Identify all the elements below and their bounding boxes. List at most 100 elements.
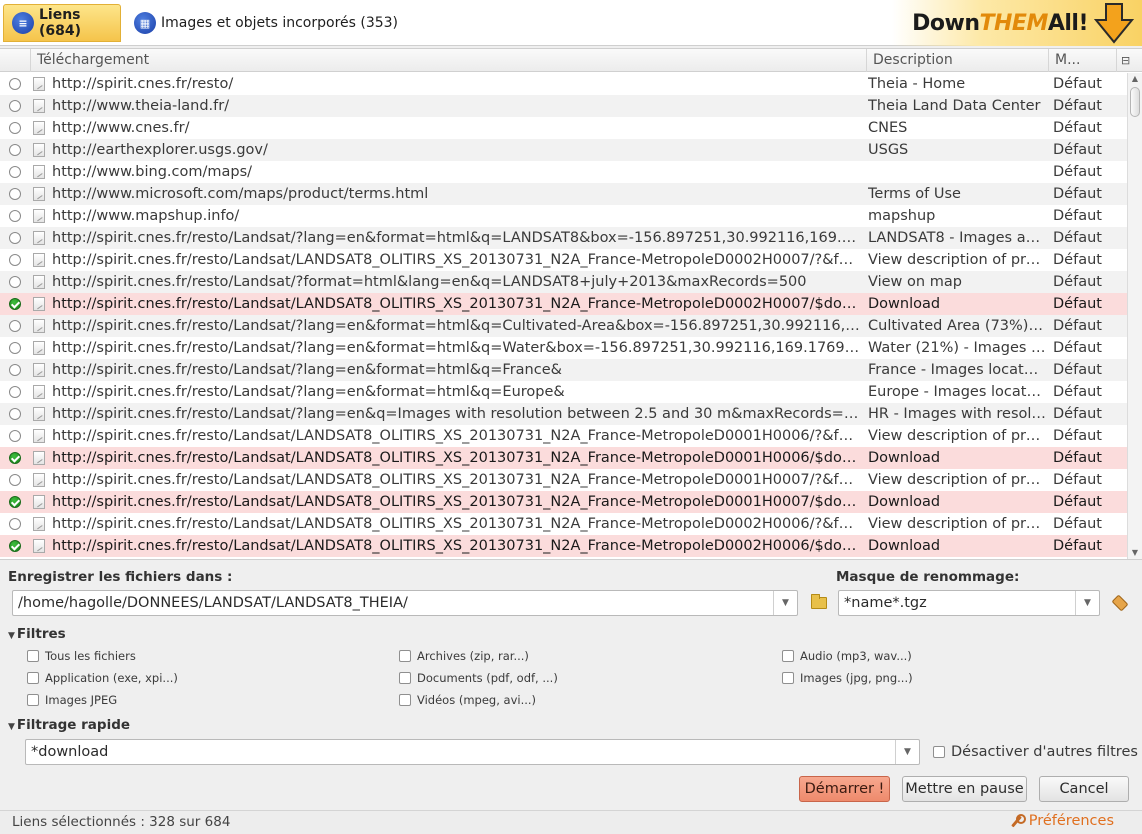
tab-embedded-images[interactable]: ▦ Images et objets incorporés (353) — [126, 4, 406, 42]
unchecked-circle-icon[interactable] — [9, 144, 21, 156]
save-path-combo[interactable]: /home/hagolle/DONNEES/LANDSAT/LANDSAT8_T… — [12, 590, 798, 616]
table-row[interactable]: http://spirit.cnes.fr/resto/Landsat/?lan… — [0, 227, 1127, 249]
table-row[interactable]: http://spirit.cnes.fr/resto/Landsat/LAND… — [0, 425, 1127, 447]
checkbox[interactable] — [782, 650, 794, 662]
row-description: Cultivated Area (73%) - I... — [868, 318, 1046, 334]
unchecked-circle-icon[interactable] — [9, 408, 21, 420]
checked-circle-icon[interactable] — [9, 298, 21, 310]
unchecked-circle-icon[interactable] — [9, 232, 21, 244]
column-check[interactable] — [0, 49, 30, 72]
start-button[interactable]: Démarrer ! — [799, 776, 890, 802]
checkbox[interactable] — [27, 650, 39, 662]
unchecked-circle-icon[interactable] — [9, 188, 21, 200]
rename-mask-combo[interactable]: *name*.tgz ▼ — [838, 590, 1100, 616]
unchecked-circle-icon[interactable] — [9, 276, 21, 288]
table-row[interactable]: http://spirit.cnes.fr/resto/Landsat/?for… — [0, 271, 1127, 293]
unchecked-circle-icon[interactable] — [9, 518, 21, 530]
checkbox[interactable] — [27, 694, 39, 706]
chevron-down-icon[interactable]: ▼ — [773, 591, 797, 615]
table-row[interactable]: http://spirit.cnes.fr/resto/Landsat/LAND… — [0, 249, 1127, 271]
checkbox[interactable] — [399, 650, 411, 662]
unchecked-circle-icon[interactable] — [9, 386, 21, 398]
unchecked-circle-icon[interactable] — [9, 166, 21, 178]
unchecked-circle-icon[interactable] — [9, 254, 21, 266]
filters-section-header[interactable]: ▼ Filtres — [8, 626, 66, 642]
pause-button[interactable]: Mettre en pause — [902, 776, 1027, 802]
checkbox[interactable] — [399, 694, 411, 706]
filter-videos[interactable]: Vidéos (mpeg, avi...) — [399, 693, 536, 707]
scroll-thumb[interactable] — [1130, 87, 1140, 117]
column-mask[interactable]: M... — [1048, 49, 1116, 72]
row-description: LANDSAT8 - Images acq... — [868, 230, 1046, 246]
tab-links[interactable]: ≡ Liens (684) — [3, 4, 121, 42]
unchecked-circle-icon[interactable] — [9, 122, 21, 134]
disable-other-filters[interactable]: Désactiver d'autres filtres — [933, 744, 1138, 760]
rename-tags-button[interactable] — [1109, 592, 1131, 614]
checked-circle-icon[interactable] — [9, 452, 21, 464]
table-row[interactable]: http://spirit.cnes.fr/resto/Landsat/?lan… — [0, 359, 1127, 381]
unchecked-circle-icon[interactable] — [9, 342, 21, 354]
quick-filter-input[interactable]: *download ▼ — [25, 739, 920, 765]
chevron-down-icon[interactable]: ▼ — [895, 740, 919, 764]
file-icon — [33, 165, 45, 179]
save-path-value: /home/hagolle/DONNEES/LANDSAT/LANDSAT8_T… — [18, 595, 408, 611]
row-description: View description of pro... — [868, 252, 1046, 268]
unchecked-circle-icon[interactable] — [9, 78, 21, 90]
table-row[interactable]: http://spirit.cnes.fr/resto/Landsat/LAND… — [0, 469, 1127, 491]
filter-documents[interactable]: Documents (pdf, odf, ...) — [399, 671, 558, 685]
row-url: http://spirit.cnes.fr/resto/Landsat/LAND… — [52, 428, 860, 444]
table-row[interactable]: http://www.cnes.fr/CNES Défaut — [0, 117, 1127, 139]
cancel-button[interactable]: Cancel — [1039, 776, 1129, 802]
table-row[interactable]: http://spirit.cnes.fr/resto/Landsat/LAND… — [0, 513, 1127, 535]
table-row[interactable]: http://www.bing.com/maps/Défaut — [0, 161, 1127, 183]
filter-audio[interactable]: Audio (mp3, wav...) — [782, 649, 912, 663]
table-row[interactable]: http://www.mapshup.info/mapshup Défaut — [0, 205, 1127, 227]
table-scrollbar[interactable]: ▲ ▼ — [1127, 73, 1142, 559]
logo-text: DownTHEMAll! — [912, 10, 1088, 36]
filter-archives[interactable]: Archives (zip, rar...) — [399, 649, 529, 663]
tag-icon — [1111, 594, 1129, 612]
row-mask: Défaut — [1053, 318, 1102, 334]
table-row[interactable]: http://spirit.cnes.fr/resto/Landsat/?lan… — [0, 337, 1127, 359]
table-row[interactable]: http://spirit.cnes.fr/resto/Landsat/LAND… — [0, 293, 1127, 315]
unchecked-circle-icon[interactable] — [9, 320, 21, 332]
unchecked-circle-icon[interactable] — [9, 474, 21, 486]
table-row[interactable]: http://spirit.cnes.fr/resto/Landsat/LAND… — [0, 535, 1127, 557]
checked-circle-icon[interactable] — [9, 540, 21, 552]
column-download[interactable]: Téléchargement — [30, 49, 866, 72]
table-row[interactable]: http://spirit.cnes.fr/resto/Landsat/?lan… — [0, 315, 1127, 337]
unchecked-circle-icon[interactable] — [9, 430, 21, 442]
filter-images[interactable]: Images (jpg, png...) — [782, 671, 913, 685]
table-row[interactable]: http://spirit.cnes.fr/resto/Landsat/LAND… — [0, 447, 1127, 469]
file-icon — [33, 253, 45, 267]
filter-application[interactable]: Application (exe, xpi...) — [27, 671, 178, 685]
scroll-up-icon[interactable]: ▲ — [1128, 73, 1142, 85]
checkbox[interactable] — [27, 672, 39, 684]
checkbox[interactable] — [399, 672, 411, 684]
table-row[interactable]: http://www.microsoft.com/maps/product/te… — [0, 183, 1127, 205]
filter-images-jpeg[interactable]: Images JPEG — [27, 693, 117, 707]
unchecked-circle-icon[interactable] — [9, 210, 21, 222]
row-mask: Défaut — [1053, 428, 1102, 444]
chevron-down-icon[interactable]: ▼ — [1075, 591, 1099, 615]
column-picker-icon[interactable]: ⊟ — [1116, 49, 1142, 72]
unchecked-circle-icon[interactable] — [9, 364, 21, 376]
expand-triangle-icon: ▼ — [8, 722, 15, 732]
table-row[interactable]: http://spirit.cnes.fr/resto/Theia - Home… — [0, 73, 1127, 95]
filter-all-files[interactable]: Tous les fichiers — [27, 649, 136, 663]
quick-filter-section-header[interactable]: ▼ Filtrage rapide — [8, 717, 130, 733]
table-row[interactable]: http://www.theia-land.fr/Theia Land Data… — [0, 95, 1127, 117]
row-description: France - Images located... — [868, 362, 1046, 378]
table-row[interactable]: http://spirit.cnes.fr/resto/Landsat/LAND… — [0, 491, 1127, 513]
table-row[interactable]: http://spirit.cnes.fr/resto/Landsat/?lan… — [0, 381, 1127, 403]
unchecked-circle-icon[interactable] — [9, 100, 21, 112]
table-row[interactable]: http://earthexplorer.usgs.gov/USGS Défaut — [0, 139, 1127, 161]
checkbox[interactable] — [933, 746, 945, 758]
preferences-link[interactable]: Préférences — [1009, 813, 1114, 829]
browse-folder-button[interactable] — [808, 592, 830, 614]
checked-circle-icon[interactable] — [9, 496, 21, 508]
column-description[interactable]: Description — [866, 49, 1048, 72]
checkbox[interactable] — [782, 672, 794, 684]
table-row[interactable]: http://spirit.cnes.fr/resto/Landsat/?lan… — [0, 403, 1127, 425]
scroll-down-icon[interactable]: ▼ — [1128, 547, 1142, 559]
